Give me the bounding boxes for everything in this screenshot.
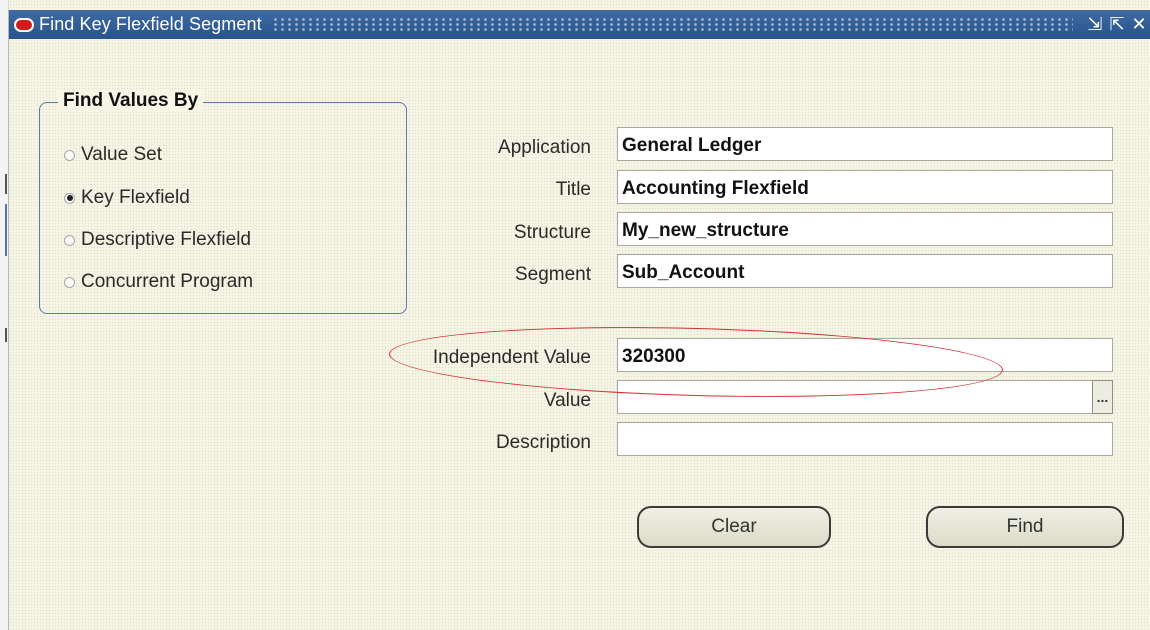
- segment-field[interactable]: [617, 254, 1113, 288]
- radio-button-icon[interactable]: [64, 149, 75, 161]
- title-bar[interactable]: Find Key Flexfield Segment ⇲ ⇱ ✕: [9, 10, 1150, 39]
- radio-button-icon[interactable]: [64, 276, 75, 288]
- clear-button[interactable]: Clear: [637, 506, 831, 548]
- find-values-by-title: Find Values By: [58, 90, 204, 112]
- radio-label: Key Flexfield: [81, 187, 190, 208]
- radio-label: Concurrent Program: [81, 271, 254, 292]
- value-field[interactable]: [617, 380, 1093, 414]
- description-field[interactable]: [617, 422, 1113, 456]
- structure-field[interactable]: [617, 212, 1113, 246]
- radio-label: Descriptive Flexfield: [81, 229, 251, 250]
- title-label: Title: [555, 179, 591, 200]
- title-field[interactable]: [617, 170, 1113, 204]
- close-icon[interactable]: ✕: [1129, 14, 1149, 35]
- find-values-by-group: Find Values By Value Set Key Flexfield D…: [39, 90, 407, 314]
- edge-mark: [5, 174, 7, 194]
- list-of-values-button[interactable]: ...: [1092, 380, 1113, 414]
- radio-option-concurrent-program[interactable]: Concurrent Program: [64, 271, 253, 293]
- radio-button-icon[interactable]: [64, 234, 75, 246]
- window-title: Find Key Flexfield Segment: [39, 14, 262, 34]
- radio-option-descriptive-flexfield[interactable]: Descriptive Flexfield: [64, 229, 251, 251]
- application-field[interactable]: [617, 127, 1113, 161]
- radio-label: Value Set: [81, 144, 162, 165]
- find-key-flexfield-segment-window: Find Key Flexfield Segment ⇲ ⇱ ✕ Find Va…: [8, 10, 1150, 630]
- structure-label: Structure: [513, 222, 591, 243]
- radio-button-selected-icon[interactable]: [64, 192, 75, 204]
- minimize-icon[interactable]: ⇲: [1085, 14, 1105, 35]
- description-label: Description: [495, 432, 591, 453]
- value-label: Value: [543, 390, 591, 411]
- edge-mark: [5, 328, 7, 342]
- find-button[interactable]: Find: [926, 506, 1124, 548]
- independent-value-field[interactable]: [617, 338, 1113, 372]
- radio-option-key-flexfield[interactable]: Key Flexfield: [64, 187, 190, 209]
- application-label: Application: [498, 137, 591, 158]
- independent-value-label: Independent Value: [432, 347, 591, 368]
- title-bar-pattern: [271, 17, 1073, 32]
- oracle-logo-icon: [14, 17, 34, 32]
- edge-mark: [5, 204, 7, 256]
- radio-option-value-set[interactable]: Value Set: [64, 144, 162, 166]
- segment-label: Segment: [514, 264, 591, 285]
- maximize-icon[interactable]: ⇱: [1107, 14, 1127, 35]
